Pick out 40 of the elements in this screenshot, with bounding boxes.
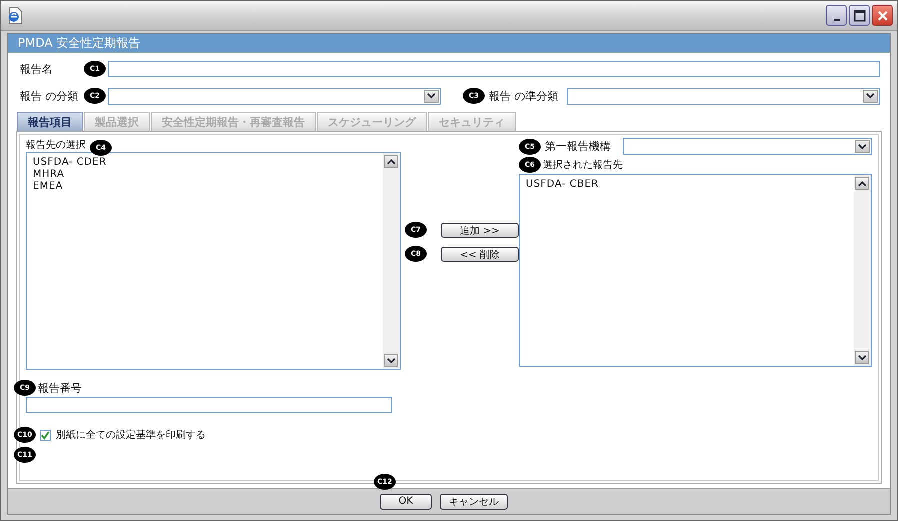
field-label: 報告番号 [38,380,82,396]
primary-agency-dropdown[interactable] [623,138,872,155]
selected-destination-list[interactable]: USFDA- CBER [519,174,872,367]
checkbox-label: 別紙に全ての設定基準を印刷する [56,428,206,442]
report-number-field[interactable] [26,397,392,413]
scroll-up-icon[interactable] [855,177,869,190]
tab[interactable]: 報告項目 [17,112,83,131]
report-name-field[interactable] [108,61,880,77]
dialog-title: PMDA 安全性定期報告 [8,34,890,53]
checkbox[interactable] [40,430,51,440]
field-label: 第一報告機構 [545,139,611,154]
remove-button[interactable]: << 削除 [441,246,519,262]
field-label: 報告 の準分類 [489,88,558,104]
category-dropdown[interactable] [108,88,441,104]
list-item[interactable]: USFDA- CBER [526,179,848,191]
close-icon [876,10,888,22]
chevron-down-icon [858,144,867,150]
field-label: 報告名 [20,62,54,76]
scroll-down-icon[interactable] [384,354,398,367]
list-item[interactable]: MHRA [33,169,377,181]
minimize-button[interactable] [826,5,847,26]
dialog-button[interactable]: OK [380,494,432,510]
maximize-icon [854,10,866,22]
maximize-button[interactable] [849,5,870,26]
chevron-down-icon [866,93,875,99]
subcategory-dropdown[interactable] [566,88,880,104]
dialog-button[interactable]: キャンセル [440,494,508,510]
field-label: 報告先の選択 [26,138,86,152]
close-button[interactable] [872,5,893,26]
chevron-down-icon [427,93,436,99]
minimize-icon [834,19,840,21]
scroll-up-icon[interactable] [384,155,398,168]
scroll-down-icon[interactable] [855,351,869,364]
field-label: 報告 の分類 [20,88,80,104]
list-item[interactable]: USFDA- CDER [33,157,377,169]
field-label: 選択された報告先 [543,158,623,172]
add-button[interactable]: 追加 >> [441,222,519,238]
page-icon [7,6,23,24]
list-item[interactable]: EMEA [33,181,377,193]
destination-list[interactable]: USFDA- CDER MHRA EMEA [26,152,401,370]
